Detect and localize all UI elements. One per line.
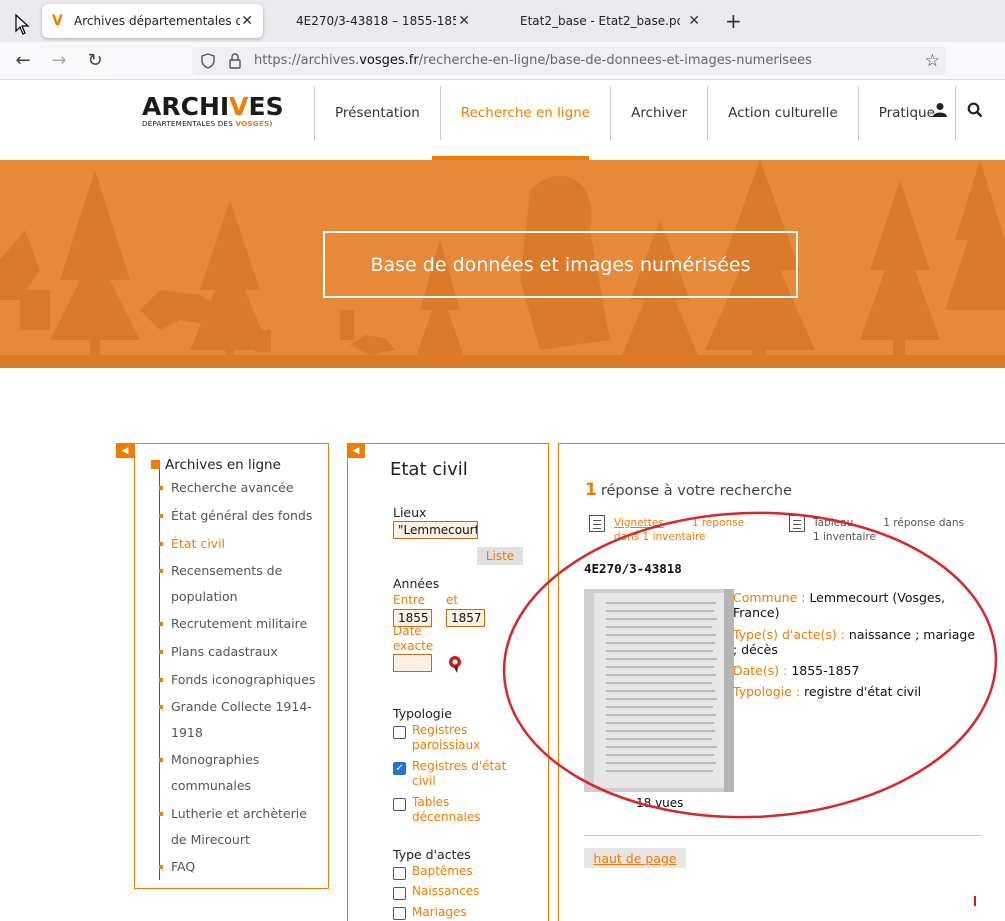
checkbox-mariages[interactable] xyxy=(393,907,406,920)
label-tables-decennales[interactable]: Tables décennales xyxy=(412,795,487,825)
checkbox-registres-paroissiaux[interactable] xyxy=(393,726,406,739)
banner-title: Base de données et images numérisées xyxy=(323,231,798,298)
checkbox-tables-decennales[interactable] xyxy=(393,798,406,811)
sidebar-item-recherche-avancee[interactable]: Recherche avancée xyxy=(159,475,321,501)
label-registres-paroissiaux[interactable]: Registres paroissiaux xyxy=(412,723,502,753)
close-tab-icon[interactable]: ✕ xyxy=(241,13,253,29)
site-header: ARCHIVES DÉPARTEMENTALES DES VOSGES) Pré… xyxy=(0,81,1005,160)
form-title: Etat civil xyxy=(390,459,468,480)
date-exacte-input[interactable] xyxy=(393,654,432,672)
year-to-input[interactable]: 1857 xyxy=(446,609,485,627)
browser-tab-bar: V Archives départementales des Vosges ✕ … xyxy=(0,0,1005,42)
sidebar-item-iconographiques[interactable]: Fonds iconographiques xyxy=(159,667,321,693)
typologie-label: Typologie xyxy=(393,706,452,721)
annees-label: Années xyxy=(393,576,440,591)
back-to-top-button[interactable]: haut de page xyxy=(584,848,686,868)
user-icon[interactable] xyxy=(933,102,947,118)
annotation-ellipse xyxy=(502,511,998,819)
lieux-input[interactable]: "Lemmecourt xyxy=(393,521,478,539)
type-actes-label: Type d'actes xyxy=(393,847,471,862)
date-label: Date xyxy=(393,624,422,638)
search-icon[interactable] xyxy=(967,102,983,118)
red-marker xyxy=(974,896,976,906)
forward-arrow-icon[interactable]: → xyxy=(48,50,70,71)
et-label: et xyxy=(446,593,459,607)
bookmark-star-icon[interactable]: ☆ xyxy=(925,51,940,71)
calendar-icon[interactable] xyxy=(446,654,464,674)
tab-record[interactable]: 4E270/3-43818 – 1855-1857 – Archives dép… xyxy=(296,4,480,38)
menu-action-culturelle[interactable]: Action culturelle xyxy=(707,86,858,140)
url-bar[interactable]: https://archives.vosges.fr/recherche-en-… xyxy=(192,47,946,75)
reload-icon[interactable]: ↻ xyxy=(84,50,106,71)
close-tab-icon[interactable]: ✕ xyxy=(688,13,700,29)
mouse-cursor-icon xyxy=(15,14,30,35)
sidebar-item-recensements[interactable]: Recensements de population xyxy=(159,558,321,610)
url-text[interactable]: https://archives.vosges.fr/recherche-en-… xyxy=(254,53,812,68)
sidebar-item-recrutement[interactable]: Recrutement militaire xyxy=(159,611,321,637)
collapse-form-button[interactable]: ◀ xyxy=(347,443,365,458)
tab-pdf[interactable]: Etat2_base - Etat2_base.pdf ✕ xyxy=(520,4,710,38)
sidebar-heading: Archives en ligne xyxy=(151,457,281,473)
menu-recherche-en-ligne[interactable]: Recherche en ligne xyxy=(439,86,610,140)
back-arrow-icon[interactable]: ← xyxy=(12,50,34,71)
site-logo[interactable]: ARCHIVES DÉPARTEMENTALES DES VOSGES) xyxy=(142,94,286,131)
collapse-sidebar-button[interactable]: ◀ xyxy=(116,443,134,458)
lieux-label: Lieux xyxy=(393,505,427,520)
exacte-label: exacte xyxy=(393,639,434,653)
entre-label: Entre xyxy=(393,593,425,607)
divider xyxy=(584,835,982,836)
checkbox-naissances[interactable] xyxy=(393,887,406,900)
hero-banner: Base de données et images numérisées xyxy=(0,160,1005,368)
label-registres-etat-civil[interactable]: Registres d'état civil xyxy=(412,759,512,789)
sidebar-item-etat-general[interactable]: État général des fonds xyxy=(159,503,321,529)
menu-presentation[interactable]: Présentation xyxy=(314,86,440,140)
label-baptemes[interactable]: Baptêmes xyxy=(412,864,473,878)
main-menu: Présentation Recherche en ligne Archiver… xyxy=(314,86,956,140)
lock-icon[interactable] xyxy=(228,53,242,69)
label-mariages[interactable]: Mariages xyxy=(412,905,467,919)
sidebar-item-etat-civil[interactable]: État civil xyxy=(159,531,321,557)
browser-nav-bar: ← → ↻ https://archives.vosges.fr/recherc… xyxy=(0,42,1005,80)
site-favicon-icon: V xyxy=(52,13,63,29)
menu-archiver[interactable]: Archiver xyxy=(610,86,707,140)
sidebar-item-plans[interactable]: Plans cadastraux xyxy=(159,639,321,665)
label-naissances[interactable]: Naissances xyxy=(412,884,479,898)
checkbox-baptemes[interactable] xyxy=(393,867,406,880)
tab-archives[interactable]: V Archives départementales des Vosges ✕ xyxy=(42,4,263,38)
close-tab-icon[interactable]: ✕ xyxy=(458,13,470,29)
results-heading: 1 réponse à votre recherche xyxy=(585,480,792,500)
sidebar-item-grande-collecte[interactable]: Grande Collecte 1914-1918 xyxy=(159,694,321,746)
sidebar-item-monographies[interactable]: Monographies communales xyxy=(159,747,321,799)
shield-icon[interactable] xyxy=(200,53,216,69)
sidebar-item-lutherie[interactable]: Lutherie et archèterie de Mirecourt xyxy=(159,801,321,853)
new-tab-button[interactable]: + xyxy=(725,9,742,33)
sidebar-panel: Archives en ligne Recherche avancée État… xyxy=(134,443,329,889)
sidebar-item-faq[interactable]: FAQ xyxy=(159,854,321,880)
checkbox-registres-etat-civil[interactable]: ✓ xyxy=(393,762,406,775)
